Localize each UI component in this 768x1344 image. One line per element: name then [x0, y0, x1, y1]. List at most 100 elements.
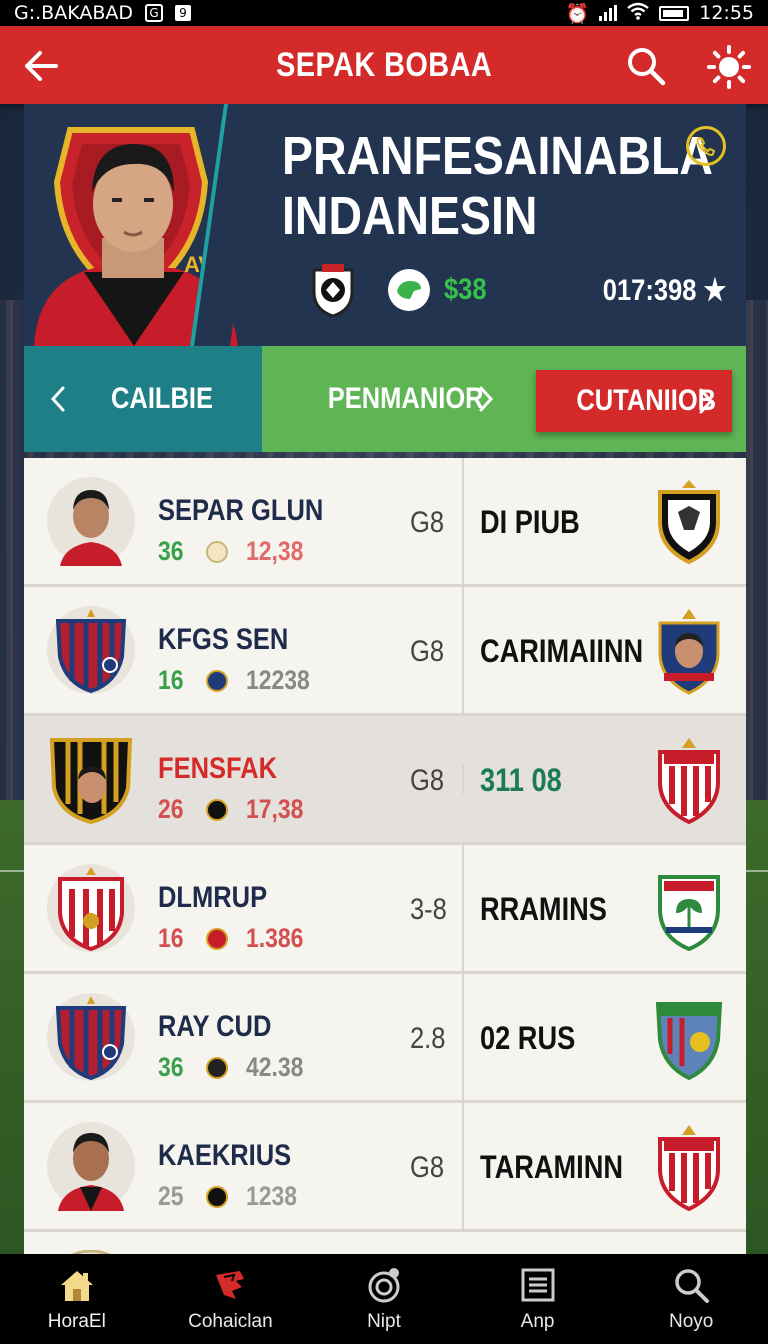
player-avatar: [47, 477, 135, 566]
brightness-icon[interactable]: [706, 44, 752, 90]
club-crest-icon: [49, 738, 133, 824]
stat-value: 12,38: [246, 536, 304, 566]
opponent-name: CARIMAIINN: [480, 633, 644, 669]
tab-cutaniiob-button[interactable]: CUTANIIOB: [536, 370, 732, 432]
list-item[interactable]: KFGS SEN 16 12238 G8 CARIMAIINN: [24, 587, 746, 716]
hero-headline-line2: INDANESIN: [282, 186, 538, 246]
coin-icon: [206, 1056, 228, 1079]
ball-icon: [388, 269, 430, 311]
tab-penmanior-label: PENMANIOR: [327, 382, 484, 415]
club-crest-icon: [658, 875, 720, 952]
chevron-right-icon[interactable]: [476, 384, 496, 414]
stat-value: 17,38: [246, 794, 304, 824]
player-name: KAEKRIUS: [158, 1139, 292, 1172]
status-bar: G:.BAKABAD G 9 ⏰ 12:55: [0, 0, 768, 26]
opponent-name: DI PIUB: [480, 504, 580, 540]
nav-label: HoraEl: [47, 1311, 106, 1332]
club-crest-icon: [658, 738, 720, 824]
stat-value: 42.38: [246, 1052, 304, 1082]
list-item[interactable]: SEPAR GLUN 36 12,38 G8 DI PIUB: [24, 458, 746, 587]
stat-number: 26: [158, 794, 184, 824]
row-divider: [462, 1103, 464, 1229]
club-crest-icon: [47, 864, 135, 952]
list-item[interactable]: FENSFAK 26 17,38 G8 311 08: [24, 716, 746, 845]
competition-icon: [216, 1271, 245, 1299]
row-divider: [462, 974, 464, 1100]
row-divider: [462, 587, 464, 713]
search-icon: [675, 1269, 710, 1303]
row-divider: [462, 845, 464, 971]
row-divider: [462, 458, 464, 584]
app-title: SEPAK BOBAA: [275, 45, 493, 84]
list-icon: [521, 1268, 555, 1302]
nav-label: Anp: [520, 1311, 555, 1332]
player-name: RAY CUD: [158, 1010, 272, 1043]
hero-score: 017:398 ★: [602, 273, 726, 307]
tab-cailbie-label: CAILBIE: [111, 382, 213, 415]
club-crest-icon: [47, 993, 135, 1081]
row-divider: [462, 764, 464, 794]
list-item[interactable]: KAEKRIUS 25 1238 G8 TARAMINN: [24, 1103, 746, 1232]
opponent-name: RRAMINS: [480, 891, 607, 927]
stat-value: 1.386: [246, 923, 304, 953]
match-score: G8: [410, 506, 445, 539]
nav-item-ball[interactable]: Nipt: [307, 1254, 461, 1344]
app-bar: SEPAK BOBAA: [0, 26, 768, 104]
home-icon: [60, 1271, 93, 1301]
club-crest-icon: [655, 1002, 723, 1081]
nav-label: Nipt: [367, 1311, 401, 1332]
club-crest-icon: [658, 609, 720, 695]
club-crest-icon: [47, 606, 135, 694]
nav-item-search[interactable]: Noyo: [614, 1254, 768, 1344]
nav-item-competition[interactable]: Cohaiclan: [154, 1254, 308, 1344]
club-crest-icon: [658, 480, 720, 565]
league-badge-icon: [312, 264, 354, 318]
tab-penmanior[interactable]: PENMANIOR CUTANIIOB: [262, 346, 746, 452]
hero-headline: PRANFESAINABLA INDANESIN: [282, 126, 713, 246]
hero-headline-line1: PRANFESAINABLA: [282, 126, 713, 186]
opponent-name: 02 RUS: [480, 1020, 576, 1056]
list-item[interactable]: [24, 1232, 746, 1254]
match-score: G8: [410, 764, 445, 797]
chevron-right-icon: [699, 388, 714, 414]
alarm-icon: ⏰: [565, 2, 590, 25]
carrier-text: G:.BAKABAD: [14, 2, 133, 24]
stat-value: 1238: [246, 1181, 298, 1211]
list-item[interactable]: RAY CUD 36 42.38 2.8 02 RUS: [24, 974, 746, 1103]
ball-icon: [368, 1268, 400, 1303]
tab-cailbie[interactable]: CAILBIE: [24, 346, 262, 452]
stat-value: 12238: [246, 665, 310, 695]
coin-icon: [206, 1185, 228, 1208]
category-tabs: CAILBIE PENMANIOR CUTANIIOB: [24, 346, 746, 452]
nav-label: Noyo: [668, 1311, 714, 1332]
stat-number: 36: [158, 1052, 184, 1082]
club-crest-icon: [658, 1125, 720, 1211]
player-name: SEPAR GLUN: [158, 494, 324, 527]
player-name: KFGS SEN: [158, 623, 289, 656]
signal-icon: [599, 5, 618, 21]
match-score: 2.8: [410, 1022, 446, 1055]
wifi-icon: [627, 2, 649, 25]
coin-icon: [206, 540, 228, 563]
stat-number: 16: [158, 665, 184, 695]
phone-icon[interactable]: [686, 126, 726, 166]
chevron-left-icon[interactable]: [48, 384, 68, 414]
opponent-name: 311 08: [480, 762, 562, 798]
hero-banner: AV PRANFESAINABLA INDANESIN $38 017:398 …: [24, 104, 746, 346]
prize-amount: $38: [444, 273, 487, 306]
bottom-navigation: HoraEl Cohaiclan Nipt Anp Noyo: [0, 1254, 768, 1344]
match-score: 3-8: [410, 893, 447, 926]
player-name: FENSFAK: [158, 752, 278, 785]
coin-icon: [206, 927, 228, 950]
nav-item-home[interactable]: HoraEl: [0, 1254, 154, 1344]
list-item[interactable]: DLMRUP 16 1.386 3-8 RRAMINS: [24, 845, 746, 974]
stat-number: 25: [158, 1181, 184, 1211]
search-icon[interactable]: [624, 44, 668, 88]
back-arrow-icon[interactable]: [20, 44, 64, 88]
nav-item-list[interactable]: Anp: [461, 1254, 615, 1344]
player-avatar: [47, 1122, 135, 1211]
battery-icon: [659, 5, 690, 21]
stat-number: 36: [158, 536, 184, 566]
player-name: DLMRUP: [158, 881, 268, 914]
match-score: G8: [410, 1151, 445, 1184]
